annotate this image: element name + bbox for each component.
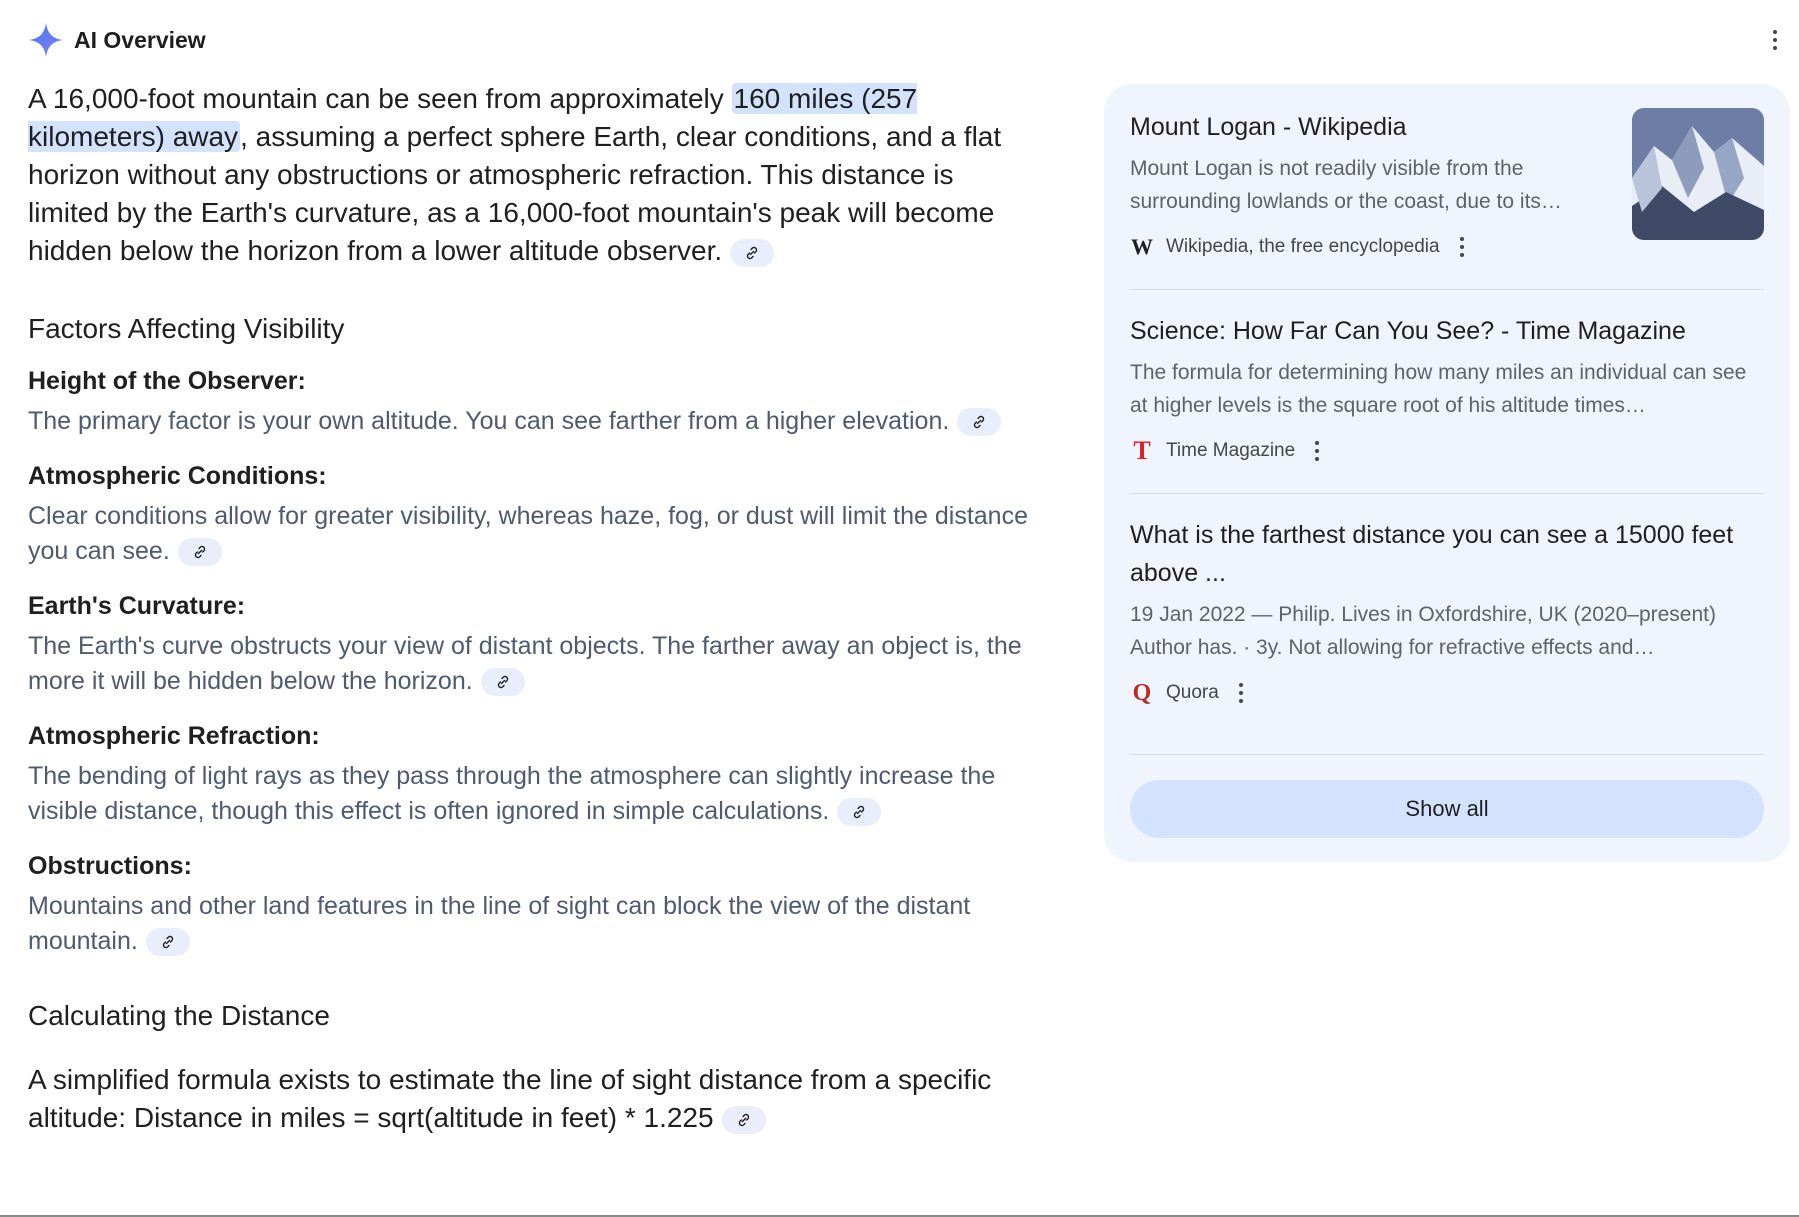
citation-link-icon[interactable] [721, 1105, 766, 1134]
calculation-body: A simplified formula exists to estimate … [28, 1061, 1038, 1137]
source-card[interactable]: Mount Logan - Wikipedia Mount Logan is n… [1130, 108, 1600, 262]
citation-link-icon[interactable] [957, 408, 1002, 437]
factor-title: Atmospheric Conditions: [28, 462, 327, 490]
sources-panel: Mount Logan - Wikipedia Mount Logan is n… [1104, 84, 1790, 862]
source-divider [1130, 289, 1764, 290]
factor-text: The Earth's curve obstructs your view of… [28, 632, 1022, 695]
factor-item: Height of the Observer: The primary fact… [28, 364, 1038, 439]
factor-item: Atmospheric Refraction: The bending of l… [28, 719, 1038, 829]
source-card[interactable]: Science: How Far Can You See? - Time Mag… [1130, 312, 1764, 466]
source-more-options-icon[interactable] [1231, 679, 1251, 707]
overview-summary: A 16,000-foot mountain can be seen from … [28, 80, 1038, 270]
factor-text: The primary factor is your own altitude.… [28, 407, 950, 435]
factor-title: Obstructions: [28, 852, 192, 880]
factor-title: Earth's Curvature: [28, 592, 246, 620]
source-title[interactable]: What is the farthest distance you can se… [1130, 516, 1764, 592]
source-divider [1130, 493, 1764, 494]
time-favicon-icon: T [1133, 436, 1151, 465]
factor-body: The bending of light rays as they pass t… [28, 759, 1038, 829]
overview-content: A 16,000-foot mountain can be seen from … [28, 80, 1038, 1137]
source-snippet: Mount Logan is not readily visible from … [1130, 157, 1562, 213]
calculation-heading: Calculating the Distance [28, 1000, 330, 1031]
source-snippet: The formula for determining how many mil… [1130, 361, 1747, 417]
wikipedia-favicon-icon: W [1131, 234, 1153, 259]
source-thumbnail-image[interactable] [1632, 108, 1764, 240]
source-site-name: Wikipedia, the free encyclopedia [1166, 236, 1440, 257]
source-title[interactable]: Science: How Far Can You See? - Time Mag… [1130, 312, 1764, 350]
source-site: T Time Magazine [1130, 436, 1764, 466]
source-more-options-icon[interactable] [1452, 233, 1472, 261]
source-title[interactable]: Mount Logan - Wikipedia [1130, 108, 1600, 146]
quora-favicon-icon: Q [1132, 679, 1152, 706]
factor-body: Clear conditions allow for greater visib… [28, 499, 1038, 569]
header-title: AI Overview [74, 26, 206, 53]
more-options-icon[interactable] [1761, 24, 1789, 56]
factor-item: Atmospheric Conditions: Clear conditions… [28, 459, 1038, 569]
factor-title: Height of the Observer: [28, 367, 306, 395]
summary-text-before: A 16,000-foot mountain can be seen from … [28, 83, 732, 114]
factor-body: The Earth's curve obstructs your view of… [28, 629, 1038, 699]
calculation-text: A simplified formula exists to estimate … [28, 1064, 992, 1133]
factors-heading: Factors Affecting Visibility [28, 313, 345, 344]
citation-link-icon[interactable] [837, 798, 882, 827]
source-site: W Wikipedia, the free encyclopedia [1130, 232, 1600, 262]
factor-title: Atmospheric Refraction: [28, 722, 320, 750]
sparkle-icon [29, 23, 63, 57]
source-divider [1130, 754, 1764, 755]
citation-link-icon[interactable] [145, 928, 190, 957]
source-site-name: Quora [1166, 682, 1219, 703]
factor-item: Earth's Curvature: The Earth's curve obs… [28, 589, 1038, 699]
source-site: Q Quora [1130, 678, 1764, 708]
ai-overview-header: AI Overview [28, 20, 206, 60]
factor-body: Mountains and other land features in the… [28, 889, 1038, 959]
source-snippet: 19 Jan 2022 — Philip. Lives in Oxfordshi… [1130, 603, 1716, 659]
source-site-name: Time Magazine [1166, 440, 1296, 461]
factor-body: The primary factor is your own altitude.… [28, 404, 1038, 439]
citation-link-icon[interactable] [177, 538, 222, 567]
source-more-options-icon[interactable] [1307, 437, 1327, 465]
citation-link-icon[interactable] [730, 238, 775, 267]
show-all-button[interactable]: Show all [1130, 780, 1764, 838]
factor-item: Obstructions: Mountains and other land f… [28, 849, 1038, 959]
source-card[interactable]: What is the farthest distance you can se… [1130, 516, 1764, 708]
citation-link-icon[interactable] [480, 668, 525, 697]
